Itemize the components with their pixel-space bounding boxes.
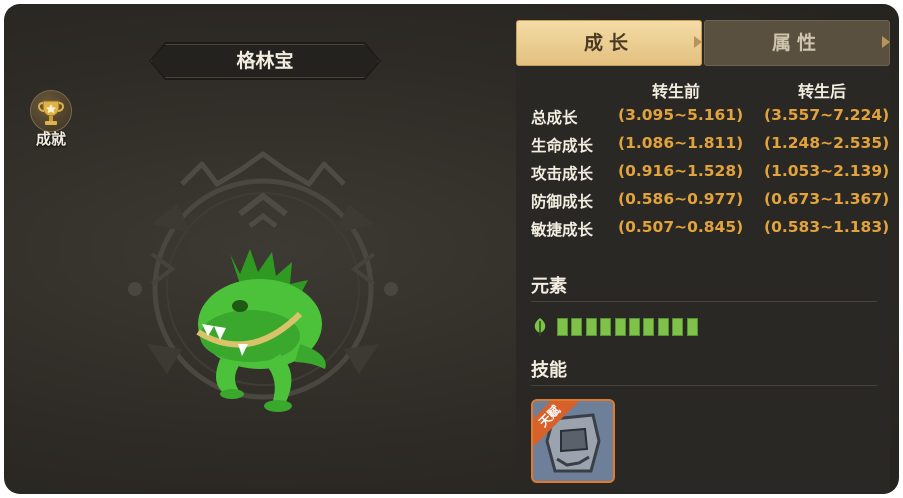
row-label-defense: 防御成长	[531, 193, 594, 211]
row-label-agility: 敏捷成长	[531, 221, 594, 239]
value-after-agility: (0.583~1.183)	[764, 218, 890, 236]
achievement-label: 成就	[35, 130, 66, 148]
value-after-hp: (1.248~2.535)	[764, 134, 890, 152]
value-before-defense: (0.586~0.977)	[618, 190, 744, 208]
element-level-segment	[686, 318, 698, 336]
leaf-icon	[534, 318, 546, 336]
value-before-attack: (0.916~1.528)	[618, 162, 744, 180]
skills-section-title: 技能	[531, 360, 567, 381]
pet-name: 格林宝	[236, 50, 294, 72]
element-level-segment	[629, 318, 640, 336]
element-level-segment	[643, 318, 655, 336]
element-divider	[531, 301, 877, 302]
element-level-segment	[657, 318, 669, 336]
detail-tabs: 成长 属性	[516, 20, 890, 66]
skills-divider	[531, 385, 877, 386]
tab-growth[interactable]: 成长	[516, 20, 702, 66]
element-level-segment	[557, 318, 568, 336]
skill-slot[interactable]: 天赋	[531, 399, 615, 483]
pet-detail-panel: 格林宝 成就 成长 属性 转生前 转生后 总成长 (3.095~5.161) (…	[4, 4, 899, 494]
value-before-total: (3.095~5.161)	[618, 106, 744, 124]
value-before-agility: (0.507~0.845)	[618, 218, 744, 236]
tab-attributes[interactable]: 属性	[704, 20, 890, 66]
element-level-segment	[672, 318, 684, 336]
value-after-total: (3.557~7.224)	[764, 106, 890, 124]
row-label-total: 总成长	[531, 109, 578, 127]
element-level-segment	[585, 318, 597, 336]
element-section-title: 元素	[531, 276, 567, 297]
achievement-button[interactable]: 成就	[26, 90, 76, 154]
element-level-segment	[614, 318, 626, 336]
col-header-after: 转生后	[797, 82, 846, 101]
element-level-segment	[600, 318, 612, 336]
pet-name-plate: 格林宝	[149, 42, 381, 80]
pet-creature-sprite	[196, 249, 326, 412]
value-after-defense: (0.673~1.367)	[764, 190, 890, 208]
element-level-segment	[571, 318, 583, 336]
row-label-hp: 生命成长	[531, 137, 594, 155]
value-after-attack: (1.053~2.139)	[764, 162, 890, 180]
trophy-icon	[30, 90, 72, 132]
value-before-hp: (1.086~1.811)	[618, 134, 744, 152]
row-label-attack: 攻击成长	[531, 165, 594, 183]
col-header-before: 转生前	[651, 82, 700, 101]
